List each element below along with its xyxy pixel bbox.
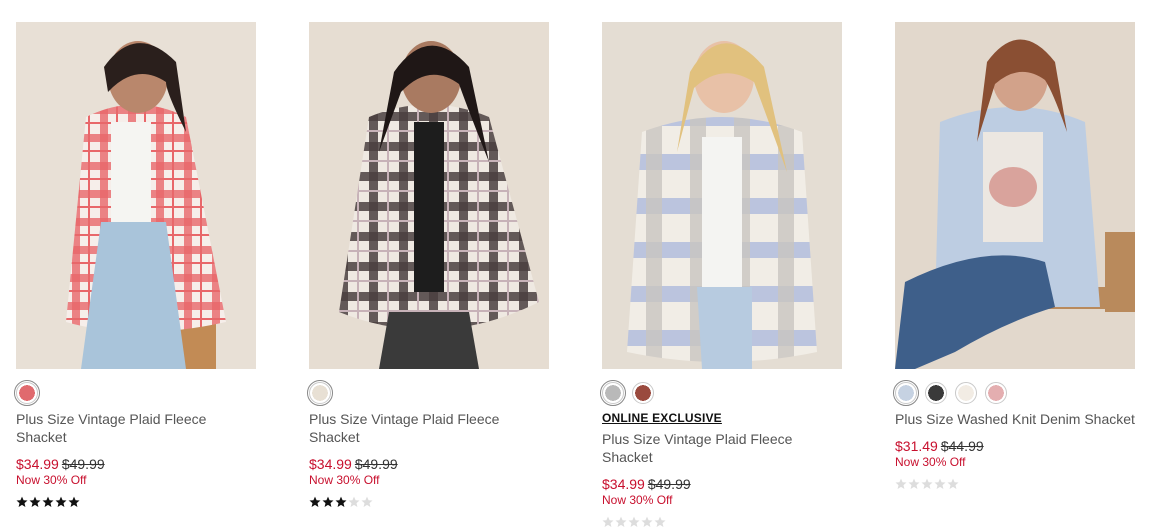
- original-price: $49.99: [354, 456, 398, 472]
- star-filled-icon: [309, 496, 321, 507]
- star-filled-icon: [16, 496, 28, 507]
- color-swatch[interactable]: [985, 382, 1007, 404]
- product-card: Plus Size Vintage Plaid Fleece Shacket $…: [307, 22, 549, 508]
- star-empty-icon: [602, 516, 614, 527]
- rating-stars[interactable]: [895, 478, 1135, 490]
- color-swatches: [307, 380, 549, 406]
- product-title[interactable]: Plus Size Vintage Plaid Fleece Shacket: [16, 410, 256, 446]
- star-filled-icon: [42, 496, 54, 507]
- star-empty-icon: [921, 478, 933, 489]
- original-price: $44.99: [940, 438, 984, 454]
- product-title[interactable]: Plus Size Vintage Plaid Fleece Shacket: [602, 430, 842, 466]
- sale-price: $34.99: [309, 456, 352, 472]
- price-block: $34.99 $49.99: [309, 456, 549, 472]
- star-filled-icon: [322, 496, 334, 507]
- color-swatches: [14, 380, 256, 406]
- product-title[interactable]: Plus Size Vintage Plaid Fleece Shacket: [309, 410, 549, 446]
- promo-text: Now 30% Off: [602, 493, 673, 507]
- star-empty-icon: [628, 516, 640, 527]
- original-price: $49.99: [647, 476, 691, 492]
- sale-price: $31.49: [895, 438, 938, 454]
- color-swatch[interactable]: [893, 380, 919, 406]
- color-swatches: [600, 380, 842, 406]
- color-swatch[interactable]: [307, 380, 333, 406]
- promo-text: Now 30% Off: [895, 455, 966, 469]
- sale-price: $34.99: [602, 476, 645, 492]
- star-empty-icon: [654, 516, 666, 527]
- color-swatches: [893, 380, 1135, 406]
- star-empty-icon: [348, 496, 360, 507]
- product-image[interactable]: [602, 22, 842, 369]
- rating-stars[interactable]: [602, 516, 842, 528]
- product-image[interactable]: [309, 22, 549, 369]
- color-swatch[interactable]: [925, 382, 947, 404]
- price-block: $34.99 $49.99: [16, 456, 256, 472]
- product-card: ONLINE EXCLUSIVE Plus Size Vintage Plaid…: [600, 22, 842, 528]
- product-card: Plus Size Vintage Plaid Fleece Shacket $…: [14, 22, 256, 508]
- star-empty-icon: [361, 496, 373, 507]
- original-price: $49.99: [61, 456, 105, 472]
- star-filled-icon: [68, 496, 80, 507]
- product-image[interactable]: [16, 22, 256, 369]
- rating-stars[interactable]: [16, 496, 256, 508]
- star-filled-icon: [29, 496, 41, 507]
- promo-text: Now 30% Off: [16, 473, 87, 487]
- product-photo-illustration: [602, 22, 842, 369]
- star-empty-icon: [641, 516, 653, 527]
- star-empty-icon: [895, 478, 907, 489]
- online-exclusive-badge: ONLINE EXCLUSIVE: [602, 411, 722, 425]
- product-title[interactable]: Plus Size Washed Knit Denim Shacket: [895, 410, 1135, 428]
- star-empty-icon: [615, 516, 627, 527]
- color-swatch[interactable]: [632, 382, 654, 404]
- rating-stars[interactable]: [309, 496, 549, 508]
- product-grid: Plus Size Vintage Plaid Fleece Shacket $…: [0, 0, 1174, 527]
- product-card: Plus Size Washed Knit Denim Shacket $31.…: [893, 22, 1135, 490]
- product-image[interactable]: [895, 22, 1135, 369]
- product-photo-illustration: [16, 22, 256, 369]
- star-empty-icon: [908, 478, 920, 489]
- star-filled-icon: [335, 496, 347, 507]
- color-swatch[interactable]: [14, 380, 40, 406]
- star-empty-icon: [947, 478, 959, 489]
- color-swatch[interactable]: [600, 380, 626, 406]
- sale-price: $34.99: [16, 456, 59, 472]
- product-photo-illustration: [309, 22, 549, 369]
- product-photo-illustration: [895, 22, 1135, 369]
- star-empty-icon: [934, 478, 946, 489]
- color-swatch[interactable]: [955, 382, 977, 404]
- price-block: $31.49 $44.99: [895, 438, 1135, 454]
- price-block: $34.99 $49.99: [602, 476, 842, 492]
- promo-text: Now 30% Off: [309, 473, 380, 487]
- star-filled-icon: [55, 496, 67, 507]
